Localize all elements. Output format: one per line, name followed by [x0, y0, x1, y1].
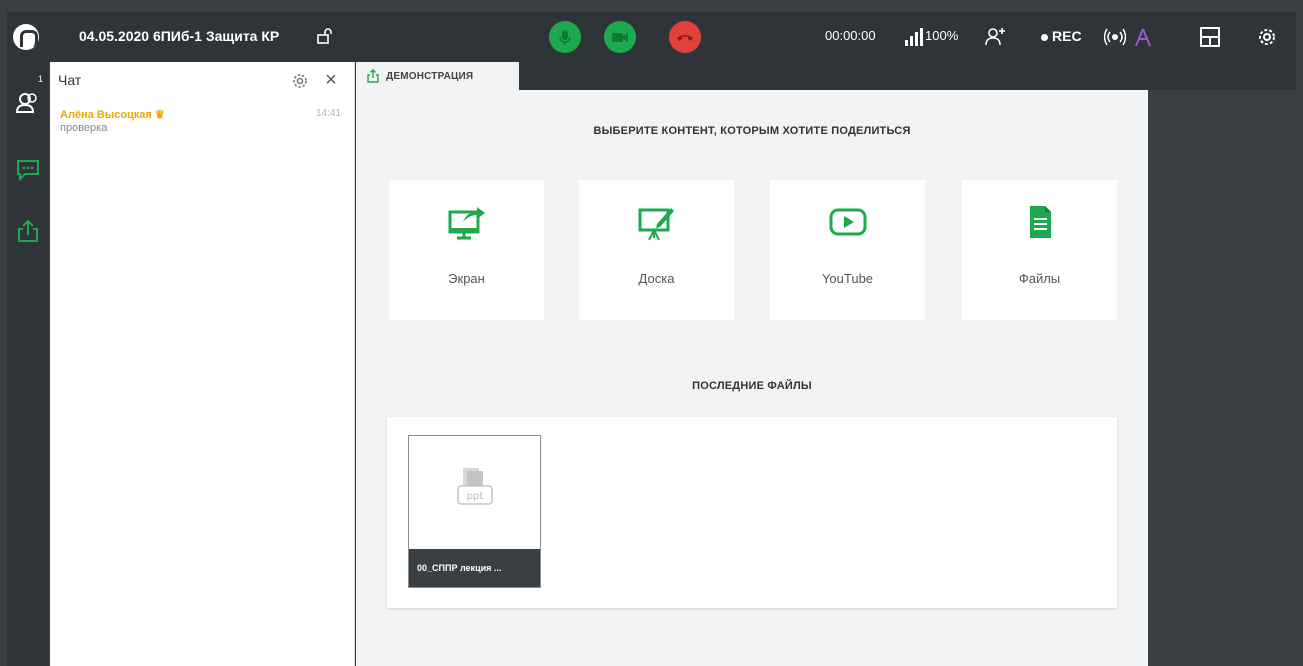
- antenna-icon[interactable]: [1132, 26, 1154, 48]
- hang-up-button[interactable]: [669, 21, 701, 53]
- share-whiteboard-label: Доска: [638, 271, 675, 286]
- recent-file-name: 00_СППР лекция ...: [409, 549, 540, 587]
- left-sidebar: 1: [7, 62, 49, 666]
- right-empty-area: [1148, 90, 1296, 666]
- share-tab-icon: [367, 69, 379, 83]
- broadcast-icon[interactable]: [1104, 26, 1126, 48]
- main-content: ВЫБЕРИТЕ КОНТЕНТ, КОТОРЫМ ХОТИТЕ ПОДЕЛИТ…: [356, 90, 1148, 666]
- record-label: REC: [1052, 28, 1082, 44]
- settings-gear-icon[interactable]: [1256, 26, 1278, 48]
- phone-hangup-icon: [677, 35, 693, 41]
- record-button[interactable]: REC: [1041, 28, 1082, 44]
- participants-count-badge: 1: [38, 74, 44, 84]
- app-window: 04.05.2020 6ПИб-1 Защита КР 00:00:00 100…: [0, 0, 1303, 666]
- recent-files-panel: ppt 00_СППР лекция ...: [387, 417, 1117, 608]
- share-screen-label: Экран: [448, 271, 485, 286]
- call-timer: 00:00:00: [825, 28, 876, 43]
- camera-button[interactable]: [604, 21, 636, 53]
- whiteboard-icon: [638, 208, 674, 241]
- youtube-icon: [829, 208, 867, 236]
- share-files-label: Файлы: [1018, 271, 1061, 286]
- message-text: проверка: [60, 122, 108, 134]
- microphone-button[interactable]: [549, 21, 581, 53]
- record-dot-icon: [1041, 33, 1048, 41]
- app-logo-icon[interactable]: [13, 24, 39, 50]
- chat-icon[interactable]: [15, 157, 41, 183]
- recent-file-tile[interactable]: ppt 00_СППР лекция ...: [408, 435, 541, 588]
- svg-text:ppt: ppt: [467, 491, 484, 502]
- conference-title: 04.05.2020 6ПИб-1 Защита КР: [79, 28, 280, 44]
- crown-icon: ♛: [154, 109, 165, 121]
- chat-settings-gear-icon[interactable]: [291, 72, 309, 90]
- top-bar: 04.05.2020 6ПИб-1 Защита КР 00:00:00 100…: [7, 12, 1296, 62]
- tab-label: ДЕМОНСТРАЦИЯ: [386, 71, 474, 82]
- chat-close-icon[interactable]: ×: [321, 70, 341, 90]
- participants-icon[interactable]: [15, 90, 41, 116]
- share-youtube-label: YouTube: [821, 271, 874, 286]
- share-upload-icon[interactable]: [15, 218, 41, 244]
- unlock-icon[interactable]: [317, 28, 333, 44]
- add-participant-icon[interactable]: [984, 26, 1006, 48]
- message-author: Алёна Высоцкая ♛: [60, 109, 165, 121]
- share-screen-card[interactable]: Экран: [389, 180, 544, 320]
- share-youtube-card[interactable]: YouTube: [770, 180, 925, 320]
- chat-title: Чат: [58, 72, 82, 88]
- ppt-file-icon: ppt: [457, 468, 493, 505]
- camera-icon: [612, 33, 628, 42]
- recent-files-heading: ПОСЛЕДНИЕ ФАЙЛЫ: [692, 380, 812, 392]
- chat-panel: Чат × Алёна Высоцкая ♛ 14:41 проверка: [50, 62, 355, 666]
- share-whiteboard-card[interactable]: Доска: [579, 180, 734, 320]
- signal-percentage: 100%: [925, 28, 959, 43]
- signal-strength-icon: [905, 26, 923, 46]
- tab-demonstration[interactable]: ДЕМОНСТРАЦИЯ: [356, 62, 519, 90]
- tab-strip: ДЕМОНСТРАЦИЯ: [356, 62, 1296, 90]
- share-content-heading: ВЫБЕРИТЕ КОНТЕНТ, КОТОРЫМ ХОТИТЕ ПОДЕЛИТ…: [593, 125, 911, 137]
- share-files-card[interactable]: Файлы: [962, 180, 1117, 320]
- message-time: 14:41: [316, 108, 342, 119]
- screen-share-icon: [448, 207, 485, 240]
- microphone-icon: [559, 30, 571, 45]
- layout-icon[interactable]: [1199, 26, 1221, 48]
- files-icon: [1030, 206, 1051, 238]
